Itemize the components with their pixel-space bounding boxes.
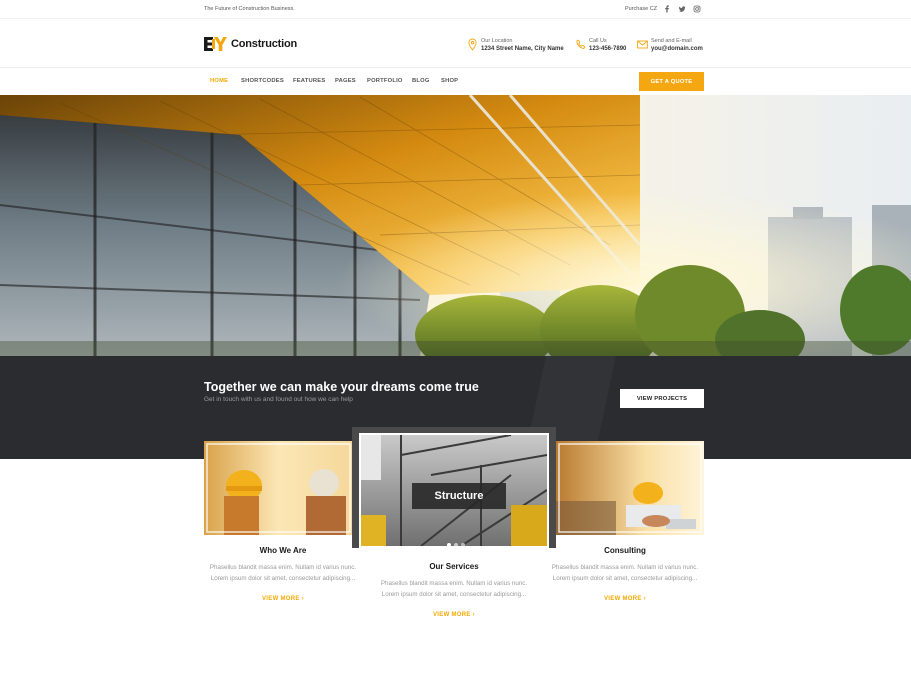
cta-title: Together we can make your dreams come tr… [204, 380, 479, 394]
facebook-icon[interactable] [662, 4, 672, 14]
who-we-are-text-2: Lorem ipsum dolor sit amet, consectetur … [210, 575, 356, 582]
our-services-view-more[interactable]: VIEW MORE › [352, 612, 556, 618]
consulting-text-1: Phasellus blandit massa enim. Nullam id … [551, 564, 699, 571]
call-label: Call Us [589, 38, 607, 44]
slider-dots [447, 543, 465, 546]
who-we-are-image[interactable] [204, 441, 353, 535]
nav-shop[interactable]: SHOP [441, 78, 458, 84]
email-label: Send and E-mail [651, 38, 692, 44]
envelope-icon [637, 38, 648, 51]
nav-portfolio[interactable]: PORTFOLIO [367, 78, 403, 84]
call-value[interactable]: 123-456-7890 [589, 45, 626, 53]
who-we-are-text-1: Phasellus blandit massa enim. Nullam id … [209, 564, 357, 571]
logo-mark [204, 36, 230, 51]
twitter-icon[interactable] [677, 4, 687, 14]
phone-icon [575, 38, 586, 51]
purchase-link[interactable]: Purchase CZ [625, 6, 657, 12]
our-services-title: Our Services [429, 562, 479, 571]
email-info: Send and E-mail you@domain.com [637, 37, 703, 53]
site-header: Construction Our Location 1234 Street Na… [0, 19, 911, 68]
our-services-text-2: Lorem ipsum dolor sit amet, consectetur … [381, 591, 527, 598]
chevron-right-icon: › [301, 596, 304, 602]
nav-shortcodes[interactable]: SHORTCODES [241, 78, 284, 84]
map-pin-icon [467, 38, 478, 51]
call-info: Call Us 123-456-7890 [575, 37, 626, 53]
chevron-right-icon: › [472, 612, 475, 618]
get-quote-button[interactable]: GET A QUOTE [639, 72, 704, 91]
email-value[interactable]: you@domain.com [651, 45, 703, 53]
cta-subtitle: Get in touch with us and found out how w… [204, 396, 353, 403]
our-services-text-1: Phasellus blandit massa enim. Nullam id … [380, 580, 528, 587]
structure-image: Structure [359, 433, 549, 548]
logo-text: Construction [231, 37, 298, 50]
nav-features[interactable]: FEATURES [293, 78, 325, 84]
consulting-image[interactable] [556, 441, 704, 535]
view-projects-button[interactable]: VIEW PROJECTS [620, 389, 704, 408]
view-more-label: VIEW MORE [433, 612, 471, 618]
site-logo[interactable]: Construction [204, 36, 297, 51]
nav-blog[interactable]: BLOG [412, 78, 430, 84]
structure-slider[interactable]: Structure [352, 427, 556, 548]
who-we-are-title: Who We Are [259, 546, 307, 555]
consulting-text-2: Lorem ipsum dolor sit amet, consectetur … [552, 575, 698, 582]
location-label: Our Location [481, 38, 513, 44]
structure-label: Structure [412, 483, 506, 509]
slider-dot[interactable] [447, 543, 451, 546]
slider-dot[interactable] [454, 543, 458, 546]
instagram-icon[interactable] [692, 4, 702, 14]
chevron-right-icon: › [643, 596, 646, 602]
consulting-title: Consulting [604, 546, 646, 555]
view-more-label: VIEW MORE [604, 596, 642, 602]
consulting-view-more[interactable]: VIEW MORE › [546, 596, 704, 602]
tagline: The Future of Construction Business. [204, 6, 295, 12]
nav-home[interactable]: HOME [210, 78, 228, 84]
top-bar: The Future of Construction Business. Pur… [0, 0, 911, 19]
view-more-label: VIEW MORE [262, 596, 300, 602]
location-value: 1234 Street Name, City Name [481, 46, 564, 52]
hero-image [0, 95, 911, 356]
main-nav: HOME SHORTCODES FEATURES PAGES PORTFOLIO… [0, 68, 911, 95]
slider-dot[interactable] [461, 543, 465, 546]
location-info: Our Location 1234 Street Name, City Name [467, 37, 564, 53]
who-we-are-view-more[interactable]: VIEW MORE › [204, 596, 362, 602]
nav-pages[interactable]: PAGES [335, 78, 356, 84]
